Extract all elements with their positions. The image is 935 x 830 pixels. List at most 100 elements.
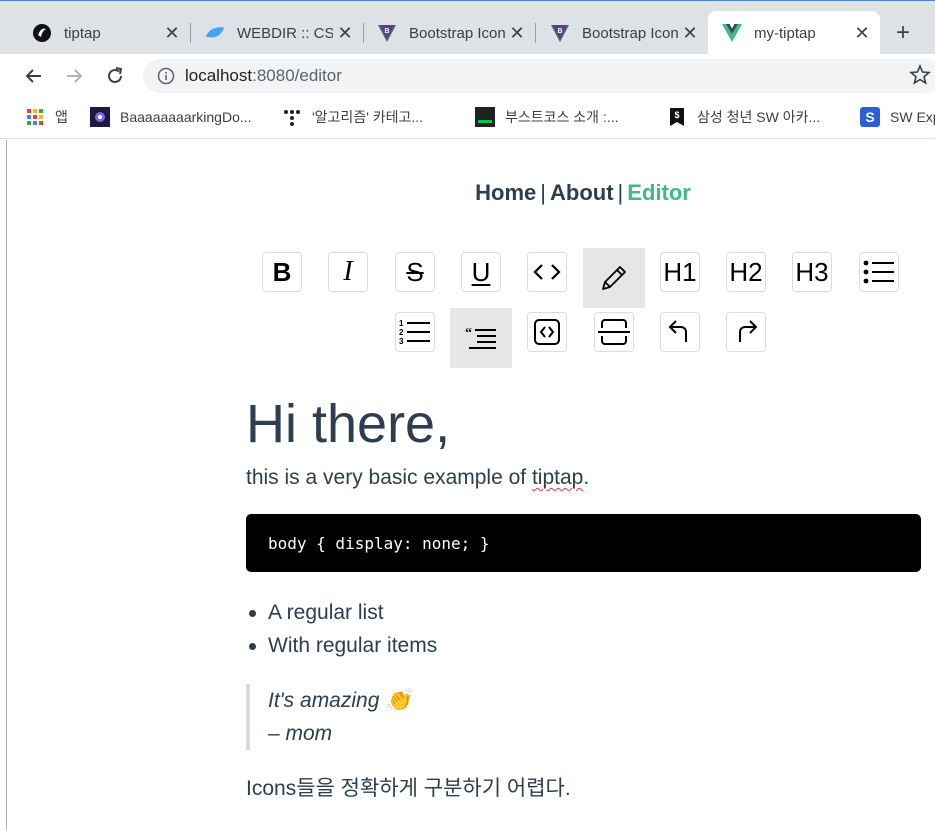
boostcourse-favicon — [475, 107, 495, 127]
bookmark-algorithm[interactable]: '알고리즘' 카테고... — [282, 107, 423, 127]
close-icon[interactable]: ✕ — [160, 23, 184, 44]
webdir-favicon — [205, 23, 225, 43]
close-icon[interactable]: ✕ — [505, 23, 529, 44]
bookmark-label: '알고리즘' 카테고... — [312, 109, 424, 125]
bookmark-label: 부스트코스 소개 :... — [505, 109, 619, 125]
svg-text:3: 3 — [399, 337, 404, 346]
tab-title: Bootstrap Icons — [582, 24, 678, 42]
horizontal-rule-icon — [594, 312, 634, 352]
blockquote: It's amazing 👏 – mom — [246, 684, 921, 750]
list-item: A regular list — [246, 596, 921, 629]
bullet-list: A regular list With regular items — [246, 596, 921, 662]
paragraph-button[interactable] — [583, 248, 645, 308]
ordered-list-button[interactable]: 123 — [384, 302, 446, 362]
blockquote-button[interactable]: “ — [450, 308, 512, 368]
undo-icon — [660, 312, 700, 352]
bold-icon: B — [272, 256, 292, 287]
bookmark-swexpert[interactable]: S SW Exp — [860, 107, 935, 127]
underline-icon: U — [471, 256, 491, 287]
code-icon — [527, 252, 567, 292]
nav-about-link[interactable]: About — [550, 180, 614, 205]
intro-text: this is a very basic example of — [246, 466, 532, 489]
svg-text:1: 1 — [399, 319, 404, 328]
horizontal-rule-button[interactable] — [583, 302, 645, 362]
bookmark-label: SW Exp — [890, 109, 935, 125]
strike-button[interactable]: S — [384, 242, 446, 302]
bookmark-boostcourse[interactable]: 부스트코스 소개 :... — [475, 107, 619, 127]
browser-tab-bootstrap-1[interactable]: B Bootstrap Icons ✕ — [363, 11, 535, 55]
undo-button[interactable] — [649, 302, 711, 362]
bootstrap-favicon: B — [377, 23, 397, 43]
list-item: With regular items — [246, 629, 921, 662]
svg-text:$: $ — [674, 110, 679, 120]
bookmark-label: 삼성 청년 SW 아카... — [697, 109, 821, 125]
bootstrap-favicon: B — [550, 23, 570, 43]
browser-tab-webdir[interactable]: WEBDIR :: CSS ✕ — [191, 11, 363, 55]
quote-icon: “ — [461, 318, 501, 358]
url-host: localhost — [185, 66, 253, 85]
redo-icon — [726, 312, 766, 352]
dots-favicon — [282, 107, 302, 127]
back-arrow-icon[interactable] — [22, 64, 46, 88]
redo-button[interactable] — [715, 302, 777, 362]
h2-button[interactable]: H2 — [715, 242, 777, 302]
spellcheck-word: tiptap — [531, 466, 584, 489]
nav-separator: | — [540, 180, 547, 205]
browser-tab-tiptap[interactable]: tiptap ✕ — [18, 11, 190, 55]
code-block-button[interactable] — [516, 302, 578, 362]
svg-text:S: S — [865, 109, 874, 125]
h1-icon: H1 — [663, 256, 697, 287]
apps-grid-icon — [25, 107, 45, 127]
bookmark-apps[interactable]: 앱 — [25, 107, 68, 127]
h1-button[interactable]: H1 — [649, 242, 711, 302]
list-ul-icon — [859, 252, 899, 292]
bookmark-baarking[interactable]: BaaaaaaaarkingDo... — [90, 107, 252, 127]
bookmark-ssafy[interactable]: $ 삼성 청년 SW 아카... — [667, 107, 820, 127]
strikethrough-icon: S — [406, 256, 424, 287]
italic-button[interactable]: I — [317, 242, 379, 302]
top-nav: Home | About | Editor — [0, 180, 935, 206]
bookmark-label: BaaaaaaaarkingDo... — [120, 109, 252, 125]
info-icon[interactable] — [157, 67, 175, 85]
window-edge — [6, 140, 7, 830]
quote-line: It's amazing 👏 — [268, 689, 412, 712]
bookmark-label: 앱 — [55, 109, 68, 125]
intro-text-end: . — [583, 466, 590, 489]
tab-title: WEBDIR :: CSS — [237, 24, 333, 42]
close-icon[interactable]: ✕ — [333, 23, 357, 44]
editor-content[interactable]: Hi there, this is a very basic example o… — [246, 390, 921, 802]
nav-separator: | — [617, 180, 624, 205]
code-block: body { display: none; } — [246, 514, 921, 572]
pencil-icon — [594, 258, 634, 298]
bold-button[interactable]: B — [251, 242, 313, 302]
url-path: :8080/editor — [252, 66, 342, 85]
browser-tab-my-tiptap[interactable]: my-tiptap ✕ — [708, 11, 880, 55]
vue-favicon — [722, 23, 742, 43]
intro-paragraph: this is a very basic example of tiptap. — [246, 466, 921, 490]
ssafy-favicon: $ — [667, 107, 687, 127]
forward-arrow-icon[interactable] — [62, 64, 86, 88]
reload-icon[interactable] — [103, 64, 127, 88]
close-icon[interactable]: ✕ — [850, 23, 874, 44]
tab-title: my-tiptap — [754, 24, 816, 42]
h3-button[interactable]: H3 — [781, 242, 843, 302]
list-ol-icon: 123 — [395, 312, 435, 352]
browser-tab-bootstrap-2[interactable]: B Bootstrap Icons ✕ — [536, 11, 708, 55]
close-icon[interactable]: ✕ — [678, 23, 702, 44]
code-button[interactable] — [516, 242, 578, 302]
underline-button[interactable]: U — [450, 242, 512, 302]
bookmark-star-icon[interactable] — [908, 63, 932, 91]
italic-icon: I — [343, 256, 353, 287]
bullet-list-button[interactable] — [848, 242, 910, 302]
code-square-icon — [527, 312, 567, 352]
browser-tab-bar: tiptap ✕ WEBDIR :: CSS ✕ B Bootstrap Ico… — [0, 0, 935, 55]
nav-editor-link[interactable]: Editor — [627, 180, 691, 205]
new-tab-button[interactable]: + — [896, 21, 910, 45]
nav-home-link[interactable]: Home — [475, 180, 536, 205]
tiptap-favicon — [32, 23, 52, 43]
quote-author: – mom — [268, 722, 333, 745]
url-input[interactable]: localhost:8080/editor — [143, 59, 935, 93]
footer-paragraph: Icons들을 정확하게 구분하기 어렵다. — [246, 777, 571, 800]
baarking-favicon — [90, 107, 110, 127]
content-heading: Hi there, — [246, 394, 451, 454]
